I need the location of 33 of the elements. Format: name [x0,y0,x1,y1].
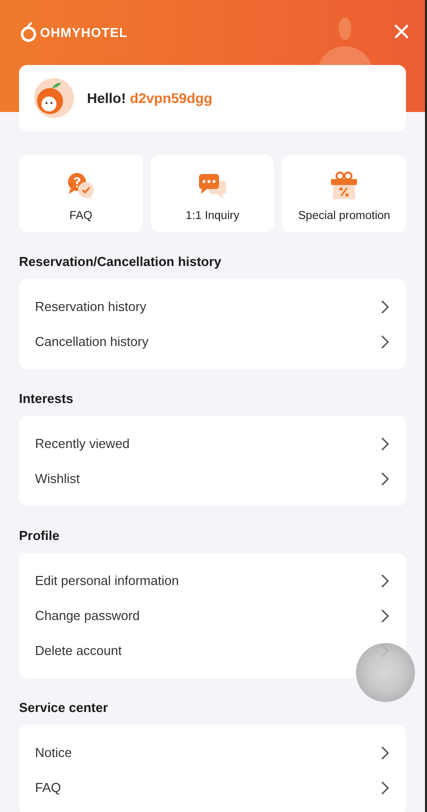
chevron-right-icon [381,300,389,314]
menu-item[interactable]: Cancellation history [35,334,148,349]
section-title: Reservation/Cancellation history [19,254,222,269]
menu-item[interactable]: Change password [35,608,140,623]
section-title: Service center [19,700,109,715]
logo-text: OHMYHOTEL [40,25,128,40]
chevron-right-icon [381,780,389,794]
chevron-right-icon [381,436,389,450]
shortcut-button[interactable]: Special promotion [282,155,406,232]
username: d2vpn59dgg [130,90,212,106]
menu-item[interactable]: Edit personal information [35,573,179,588]
chevron-right-icon [381,608,389,622]
section-title: Interests [19,391,74,406]
chat-bubble-icon [66,171,96,201]
greeting-text: Hello! [87,90,126,106]
menu-item[interactable]: Recently viewed [35,436,130,451]
menu-item[interactable]: Notice [35,745,72,760]
menu-item[interactable]: Wishlist [35,471,80,486]
close-icon[interactable] [394,24,409,39]
gift-icon [329,171,360,201]
logo-icon [20,22,37,43]
shortcut-button[interactable]: 1:1 Inquiry [150,155,274,232]
chevron-right-icon [381,574,389,588]
chevron-right-icon [381,334,389,348]
chevron-right-icon [381,746,389,760]
chat-bubble-icon [197,171,228,201]
shortcut-button[interactable]: FAQ [19,155,143,232]
menu-item[interactable]: Delete account [35,643,122,658]
avatar-icon [34,78,74,118]
section-title: Profile [19,528,60,543]
chevron-right-icon [381,472,389,486]
menu-item[interactable]: FAQ [35,780,62,795]
menu-item[interactable]: Reservation history [35,299,146,314]
